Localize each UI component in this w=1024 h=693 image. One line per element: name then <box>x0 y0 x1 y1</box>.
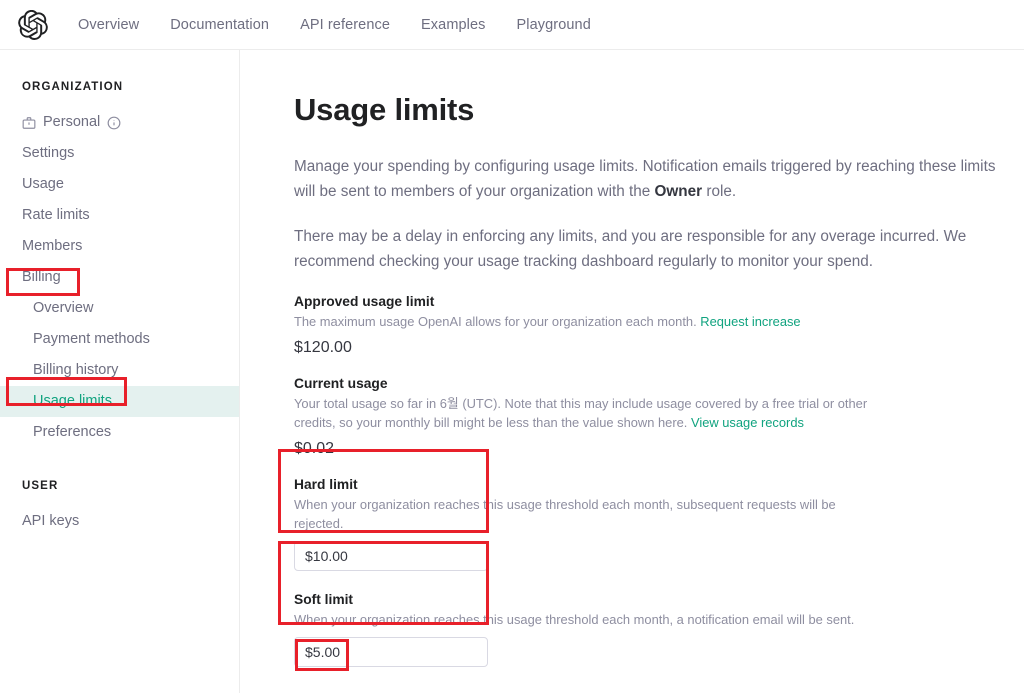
sidebar-item-payment-methods[interactable]: Payment methods <box>0 324 239 355</box>
sidebar-heading-organization: ORGANIZATION <box>22 81 124 93</box>
briefcase-icon <box>22 116 36 130</box>
approved-usage-limit-label: Approved usage limit <box>294 294 435 309</box>
soft-limit-section: Soft limit When your organization reache… <box>294 592 1024 667</box>
page-title: Usage limits <box>294 92 475 127</box>
soft-limit-input[interactable] <box>294 637 488 667</box>
sidebar-item-usage[interactable]: Usage <box>0 169 239 200</box>
sidebar-item-billing[interactable]: Billing <box>0 262 239 293</box>
sidebar-item-api-keys[interactable]: API keys <box>0 506 239 537</box>
nav-link-api-reference[interactable]: API reference <box>300 17 390 33</box>
current-usage-desc: Your total usage so far in 6월 (UTC). Not… <box>294 394 884 432</box>
soft-limit-label: Soft limit <box>294 592 354 607</box>
sidebar-item-billing-history[interactable]: Billing history <box>0 355 239 386</box>
approved-usage-limit-desc: The maximum usage OpenAI allows for your… <box>294 312 884 331</box>
hard-limit-desc: When your organization reaches this usag… <box>294 497 836 531</box>
hard-limit-label: Hard limit <box>294 477 358 492</box>
soft-limit-desc: When your organization reaches this usag… <box>294 612 855 627</box>
sidebar-item-billing-overview[interactable]: Overview <box>0 293 239 324</box>
sidebar-item-label-usage-limits: Usage limits <box>33 393 112 409</box>
sidebar-item-personal[interactable]: Personal <box>0 107 239 138</box>
openai-logo-icon[interactable] <box>18 9 48 40</box>
sidebar-item-usage-limits[interactable]: Usage limits <box>0 386 239 417</box>
intro-paragraph-1: Manage your spending by configuring usag… <box>294 154 1000 204</box>
main-content: Usage limits Manage your spending by con… <box>240 50 1024 693</box>
current-usage-label: Current usage <box>294 376 388 391</box>
sidebar-item-rate-limits[interactable]: Rate limits <box>0 200 239 231</box>
hard-limit-section: Hard limit When your organization reache… <box>294 477 1024 571</box>
sidebar-item-label-billing: Billing <box>22 269 61 285</box>
request-increase-link[interactable]: Request increase <box>700 314 800 329</box>
intro-1-bold-owner: Owner <box>654 183 703 200</box>
current-usage-section: Current usage Your total usage so far in… <box>294 376 1024 458</box>
sidebar-item-label-personal: Personal <box>43 114 101 130</box>
sidebar-item-label-preferences: Preferences <box>33 424 112 440</box>
sidebar-heading-user: USER <box>22 480 59 492</box>
sidebar-item-label-settings: Settings <box>22 145 75 161</box>
sidebar-item-label-usage: Usage <box>22 176 64 192</box>
hard-limit-input[interactable] <box>294 541 488 571</box>
sidebar-item-preferences[interactable]: Preferences <box>0 417 239 448</box>
current-usage-value: $0.02 <box>294 440 335 457</box>
intro-1-post: role. <box>702 183 737 200</box>
top-nav-links: Overview Documentation API reference Exa… <box>78 17 622 33</box>
nav-link-playground[interactable]: Playground <box>517 17 591 33</box>
sidebar-item-members[interactable]: Members <box>0 231 239 262</box>
sidebar: ORGANIZATION Personal Settings Usage Rat… <box>0 50 240 693</box>
view-usage-records-link[interactable]: View usage records <box>691 415 804 430</box>
sidebar-item-label-members: Members <box>22 238 83 254</box>
sidebar-item-label-payment-methods: Payment methods <box>33 331 150 347</box>
sidebar-item-label-billing-history: Billing history <box>33 362 119 378</box>
top-navigation-bar: Overview Documentation API reference Exa… <box>0 0 1024 50</box>
intro-1-pre: Manage your spending by configuring usag… <box>294 158 996 200</box>
sidebar-item-settings[interactable]: Settings <box>0 138 239 169</box>
approved-usage-limit-value: $120.00 <box>294 339 352 356</box>
nav-link-overview[interactable]: Overview <box>78 17 139 33</box>
approved-desc-text: The maximum usage OpenAI allows for your… <box>294 314 697 329</box>
nav-link-documentation[interactable]: Documentation <box>170 17 269 33</box>
sidebar-item-label-api-keys: API keys <box>22 513 80 529</box>
approved-usage-limit-section: Approved usage limit The maximum usage O… <box>294 294 1024 357</box>
nav-link-examples[interactable]: Examples <box>421 17 485 33</box>
info-circle-icon[interactable] <box>107 116 121 130</box>
intro-paragraph-2: There may be a delay in enforcing any li… <box>294 228 967 270</box>
sidebar-item-label-rate-limits: Rate limits <box>22 207 90 223</box>
sidebar-item-label-billing-overview: Overview <box>33 300 94 316</box>
